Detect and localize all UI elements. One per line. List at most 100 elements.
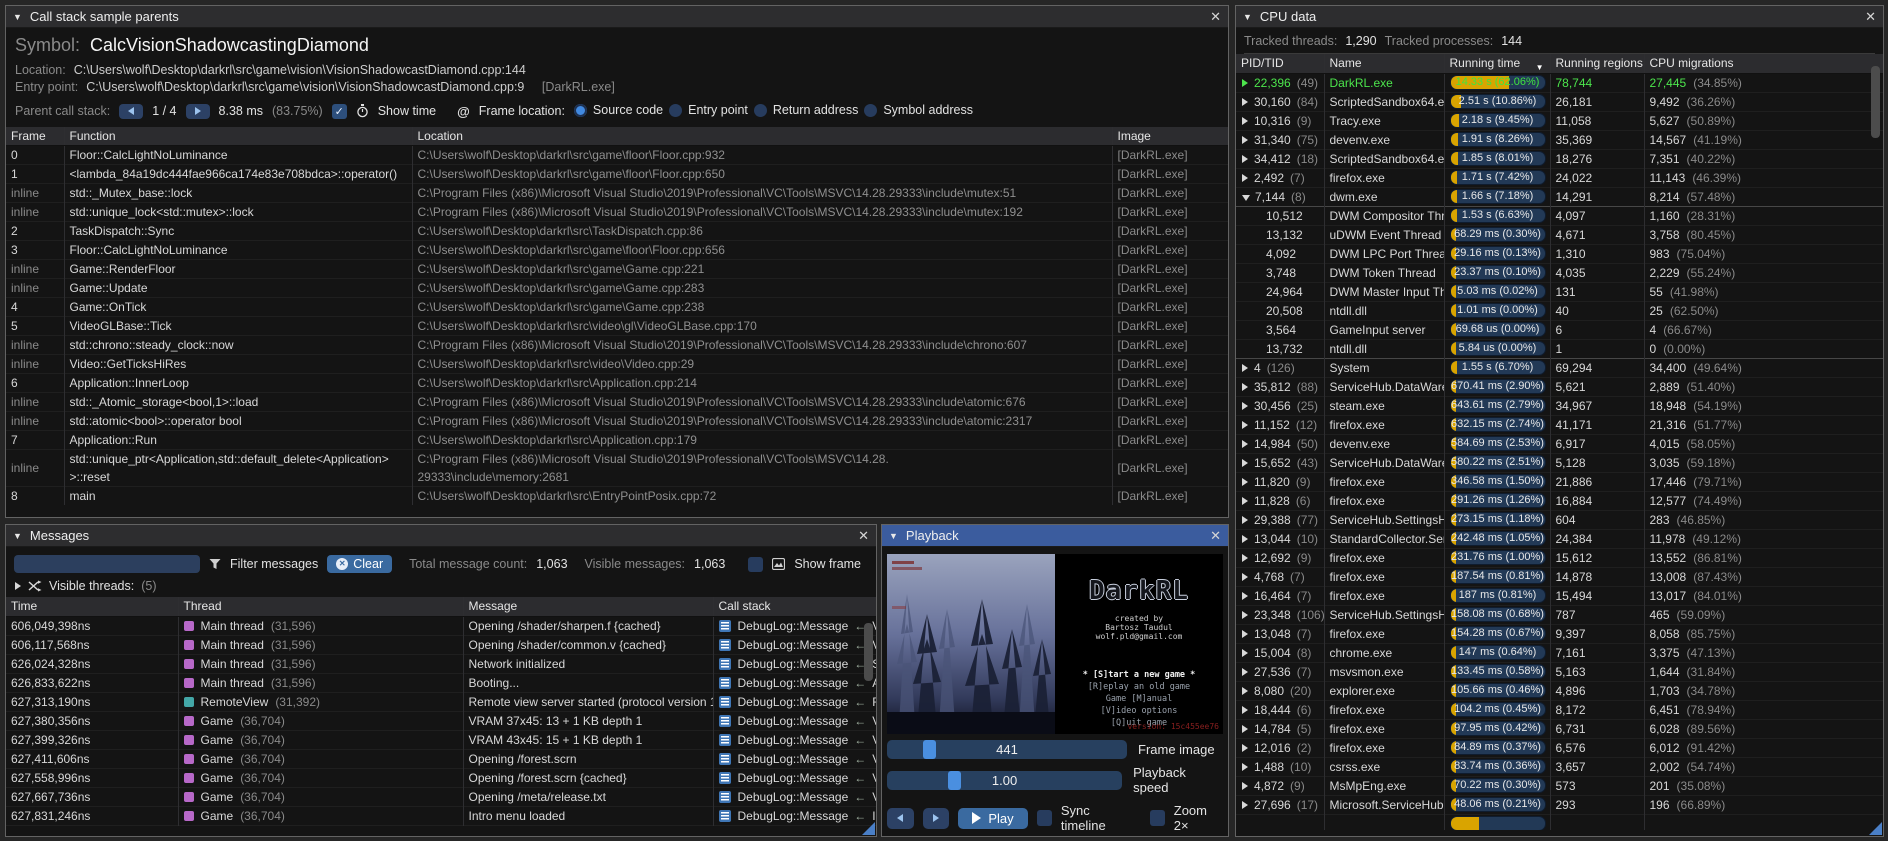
- message-row[interactable]: 627,399,326nsGame(36,704)VRAM 43x45: 15 …: [6, 730, 876, 749]
- callstack-frame-row[interactable]: inlineVideo::GetTicksHiResC:\Users\wolf\…: [6, 355, 1228, 374]
- message-callstack-cell[interactable]: DebugLog::Message←VideoMemo: [713, 711, 876, 730]
- expand-icon[interactable]: [1242, 117, 1248, 125]
- playback-speed-slider[interactable]: 1.00: [887, 771, 1122, 790]
- expand-icon[interactable]: [1242, 687, 1248, 695]
- expand-icon[interactable]: [1242, 592, 1248, 600]
- message-callstack-cell[interactable]: DebugLog::Message←VFS::Open: [713, 616, 876, 635]
- collapse-icon[interactable]: [1242, 195, 1250, 201]
- message-row[interactable]: 627,313,190nsRemoteView(31,392)Remote vi…: [6, 692, 876, 711]
- expand-icon[interactable]: [1242, 174, 1248, 182]
- callstack-frame-row[interactable]: 3Floor::CalcLightNoLuminanceC:\Users\wol…: [6, 241, 1228, 260]
- clear-button[interactable]: ✕Clear: [327, 555, 392, 573]
- expand-icon[interactable]: [1242, 668, 1248, 676]
- expand-icon[interactable]: [1242, 535, 1248, 543]
- expand-icon[interactable]: [1242, 763, 1248, 771]
- message-callstack-cell[interactable]: DebugLog::Message←StartNetwo: [713, 654, 876, 673]
- expand-icon[interactable]: [1242, 497, 1248, 505]
- cpu-process-row[interactable]: 12,692(9)firefox.exe231.76 ms (1.00%)15,…: [1236, 548, 1883, 567]
- cpu-process-row[interactable]: [1236, 814, 1883, 830]
- cpu-process-row[interactable]: 14,984(50)devenv.exe584.69 ms (2.53%)6,9…: [1236, 434, 1883, 453]
- message-callstack-cell[interactable]: DebugLog::Message←VFS::Open: [713, 768, 876, 787]
- callstack-frame-row[interactable]: 8mainC:\Users\wolf\Desktop\darkrl\src\En…: [6, 487, 1228, 505]
- cpu-process-row[interactable]: 10,512DWM Compositor Thread1.53 s (6.63%…: [1236, 206, 1883, 225]
- show-frame-checkbox[interactable]: [748, 557, 763, 572]
- cpu-process-row[interactable]: 31,340(75)devenv.exe1.91 s (8.26%)35,369…: [1236, 130, 1883, 149]
- expand-icon[interactable]: [1242, 801, 1248, 809]
- expand-icon[interactable]: [1242, 516, 1248, 524]
- close-icon[interactable]: ✕: [1210, 528, 1221, 544]
- expand-icon[interactable]: [1242, 725, 1248, 733]
- callstack-frame-row[interactable]: 1<lambda_84a19dc444fae966ca174e83e708bdc…: [6, 165, 1228, 184]
- column-header-name[interactable]: Name: [1324, 54, 1444, 73]
- cpu-process-row[interactable]: 4,768(7)firefox.exe187.54 ms (0.81%)14,8…: [1236, 567, 1883, 586]
- expand-icon[interactable]: [1242, 155, 1248, 163]
- messages-scrollbar[interactable]: [864, 623, 873, 681]
- cpu-process-row[interactable]: 4,872(9)MsMpEng.exe70.22 ms (0.30%)57320…: [1236, 776, 1883, 795]
- cpu-process-row[interactable]: 35,812(88)ServiceHub.DataWarehou670.41 m…: [1236, 377, 1883, 396]
- column-header-running-regions[interactable]: Running regions: [1550, 54, 1644, 73]
- frame-location-radio-source-code[interactable]: Source code: [574, 103, 663, 117]
- frame-image-slider[interactable]: 441: [887, 740, 1127, 759]
- cpu-process-row[interactable]: 10,316(9)Tracy.exe2.18 s (9.45%)11,0585,…: [1236, 111, 1883, 130]
- expand-icon[interactable]: [1242, 554, 1248, 562]
- callstack-frame-row[interactable]: 2TaskDispatch::SyncC:\Users\wolf\Desktop…: [6, 222, 1228, 241]
- frame-location-radio-symbol-address[interactable]: Symbol address: [864, 103, 973, 117]
- message-row[interactable]: 627,380,356nsGame(36,704)VRAM 37x45: 13 …: [6, 711, 876, 730]
- frame-location-radio-entry-point[interactable]: Entry point: [669, 103, 748, 117]
- collapse-icon[interactable]: ▼: [889, 531, 898, 541]
- message-row[interactable]: 627,831,246nsGame(36,704)Intro menu load…: [6, 806, 876, 825]
- message-row[interactable]: 606,049,398nsMain thread(31,596)Opening …: [6, 616, 876, 635]
- expand-icon[interactable]: [1242, 744, 1248, 752]
- callstack-frame-row[interactable]: inlinestd::_Mutex_base::lockC:\Program F…: [6, 184, 1228, 203]
- expand-icon[interactable]: [1242, 79, 1248, 87]
- cpu-process-row[interactable]: 13,044(10)StandardCollector.Servic242.48…: [1236, 529, 1883, 548]
- cpu-process-row[interactable]: 7,144(8)dwm.exe1.66 s (7.18%)14,2918,214…: [1236, 187, 1883, 206]
- callstack-frame-row[interactable]: inlineGame::UpdateC:\Users\wolf\Desktop\…: [6, 279, 1228, 298]
- prev-frame-button[interactable]: [887, 808, 914, 829]
- callstack-frame-row[interactable]: 5VideoGLBase::TickC:\Users\wolf\Desktop\…: [6, 317, 1228, 336]
- column-header-function[interactable]: Function: [64, 127, 412, 146]
- callstack-frame-row[interactable]: inlinestd::_Atomic_storage<bool,1>::load…: [6, 393, 1228, 412]
- callstack-frame-row[interactable]: 7Application::RunC:\Users\wolf\Desktop\d…: [6, 431, 1228, 450]
- expand-icon[interactable]: [1242, 402, 1248, 410]
- cpu-process-row[interactable]: 12,016(2)firefox.exe84.89 ms (0.37%)6,57…: [1236, 738, 1883, 757]
- cpu-process-row[interactable]: 11,152(12)firefox.exe632.15 ms (2.74%)41…: [1236, 415, 1883, 434]
- close-icon[interactable]: ✕: [1865, 9, 1876, 25]
- column-header-thread[interactable]: Thread: [178, 597, 463, 616]
- play-button[interactable]: Play: [958, 808, 1027, 829]
- collapse-icon[interactable]: ▼: [13, 12, 22, 22]
- collapse-icon[interactable]: ▼: [1243, 12, 1252, 22]
- cpu-process-row[interactable]: 11,820(9)firefox.exe346.58 ms (1.50%)21,…: [1236, 472, 1883, 491]
- cpu-process-row[interactable]: 18,444(6)firefox.exe104.2 ms (0.45%)8,17…: [1236, 700, 1883, 719]
- message-row[interactable]: 606,117,568nsMain thread(31,596)Opening …: [6, 635, 876, 654]
- cpu-process-row[interactable]: 30,160(84)ScriptedSandbox64.exe2.51 s (1…: [1236, 92, 1883, 111]
- cpu-process-row[interactable]: 3,748DWM Token Thread23.37 ms (0.10%)4,0…: [1236, 263, 1883, 282]
- next-callstack-button[interactable]: [186, 104, 210, 119]
- column-header-location[interactable]: Location: [412, 127, 1112, 146]
- close-icon[interactable]: ✕: [858, 528, 869, 544]
- expand-icon[interactable]: [1242, 421, 1248, 429]
- cpu-process-row[interactable]: 24,964DWM Master Input Thread5.03 ms (0.…: [1236, 282, 1883, 301]
- expand-icon[interactable]: [1242, 440, 1248, 448]
- cpu-process-row[interactable]: 13,132uDWM Event Thread68.29 ms (0.30%)4…: [1236, 225, 1883, 244]
- cpu-process-row[interactable]: 4,092DWM LPC Port Thread29.16 ms (0.13%)…: [1236, 244, 1883, 263]
- callstack-frame-row[interactable]: inlinestd::unique_ptr<Application,std::d…: [6, 450, 1228, 487]
- cpu-process-row[interactable]: 14,784(5)firefox.exe97.95 ms (0.42%)6,73…: [1236, 719, 1883, 738]
- expand-icon[interactable]: [1242, 630, 1248, 638]
- column-header-image[interactable]: Image: [1112, 127, 1228, 146]
- expand-icon[interactable]: [1242, 383, 1248, 391]
- callstack-frame-row[interactable]: 4Game::OnTickC:\Users\wolf\Desktop\darkr…: [6, 298, 1228, 317]
- callstack-frame-row[interactable]: inlinestd::chrono::steady_clock::nowC:\P…: [6, 336, 1228, 355]
- cpu-process-row[interactable]: 4(126)System1.55 s (6.70%)69,29434,400(4…: [1236, 358, 1883, 377]
- expand-icon[interactable]: [1242, 98, 1248, 106]
- message-row[interactable]: 627,667,736nsGame(36,704)Opening /meta/r…: [6, 787, 876, 806]
- cpu-process-row[interactable]: 11,828(6)firefox.exe291.26 ms (1.26%)16,…: [1236, 491, 1883, 510]
- expand-icon[interactable]: [1242, 782, 1248, 790]
- column-header-running-time[interactable]: Running time▼: [1444, 54, 1550, 73]
- cpu-process-row[interactable]: 20,508ntdll.dll1.01 ms (0.00%)4025(62.50…: [1236, 301, 1883, 320]
- message-row[interactable]: 627,558,996nsGame(36,704)Opening /forest…: [6, 768, 876, 787]
- column-header-time[interactable]: Time: [6, 597, 178, 616]
- show-time-checkbox[interactable]: ✓: [332, 104, 347, 119]
- sync-timeline-checkbox[interactable]: [1037, 810, 1052, 826]
- message-callstack-cell[interactable]: DebugLog::Message←VFS::Open: [713, 749, 876, 768]
